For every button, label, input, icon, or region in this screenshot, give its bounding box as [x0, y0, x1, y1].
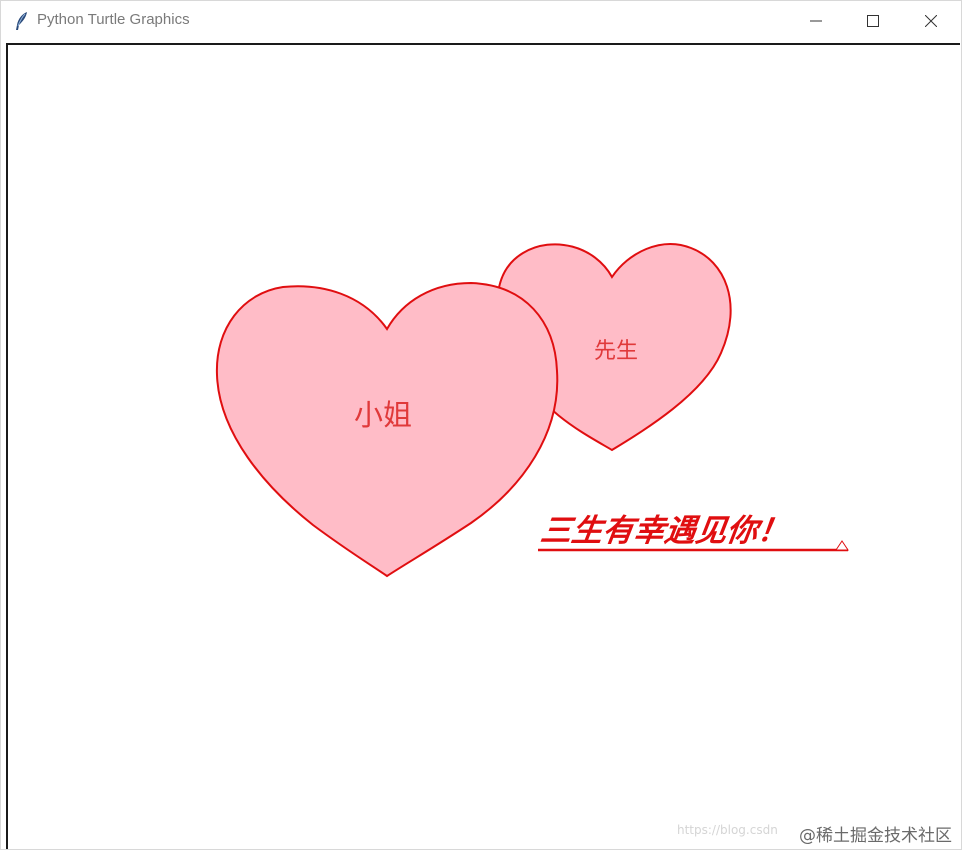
drawing-surface: 小姐 先生 三生有幸遇见你！ [215, 243, 849, 578]
window-title: Python Turtle Graphics [37, 11, 190, 28]
site-watermark: @稀土掘金技术社区 [799, 826, 952, 846]
title-bar[interactable]: Python Turtle Graphics [1, 1, 961, 41]
turtle-canvas[interactable]: 小姐 先生 三生有幸遇见你！ [6, 43, 960, 849]
big-heart-label: 小姐 [354, 398, 412, 432]
minimize-button[interactable] [787, 1, 845, 41]
blog-watermark: https://blog.csdn [677, 823, 778, 837]
close-icon [925, 15, 937, 27]
turtle-window: Python Turtle Graphics 小姐 先生 三生有幸遇见你！ ht… [0, 0, 962, 850]
maximize-button[interactable] [844, 1, 902, 41]
small-heart-label: 先生 [594, 339, 638, 364]
feather-icon [13, 11, 31, 31]
close-button[interactable] [902, 1, 960, 41]
message-text: 三生有幸遇见你！ [538, 513, 791, 549]
maximize-icon [867, 15, 879, 27]
turtle-cursor-icon [835, 540, 849, 551]
minimize-icon [810, 15, 822, 27]
